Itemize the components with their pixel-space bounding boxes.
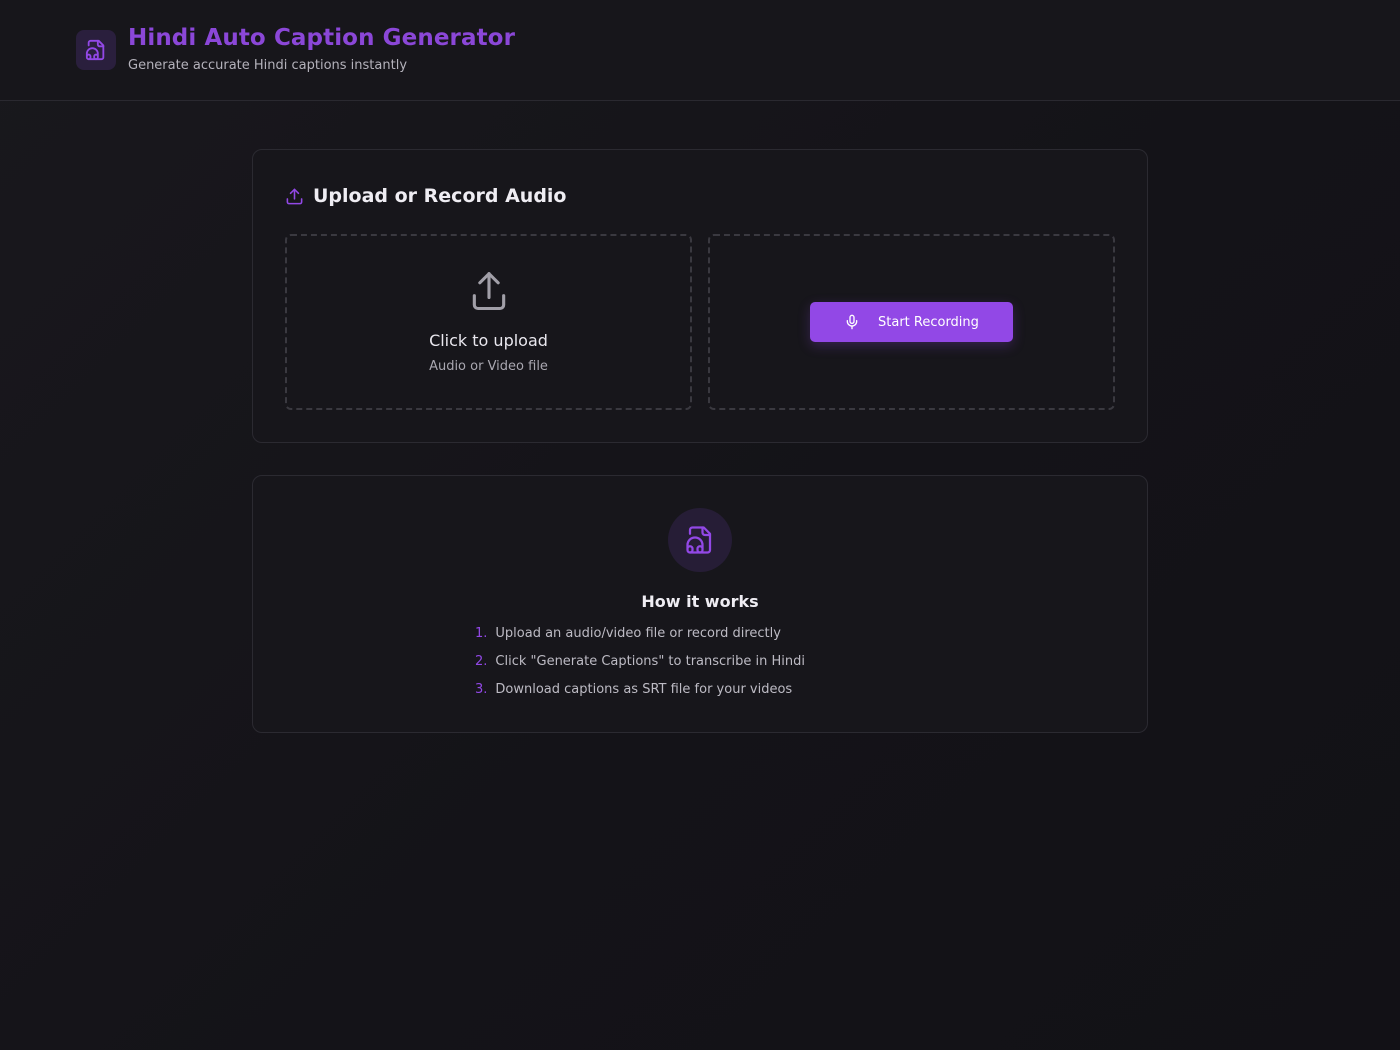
upload-title: Click to upload — [429, 331, 548, 350]
app-subtitle: Generate accurate Hindi captions instant… — [128, 58, 408, 73]
start-recording-button[interactable]: Start Recording — [810, 302, 1013, 342]
how-it-works-title: How it works — [641, 592, 759, 611]
audio-file-icon — [686, 526, 712, 554]
step-text: Upload an audio/video file or record dir… — [495, 626, 781, 641]
upload-record-card: Upload or Record Audio Click to upload A… — [252, 149, 1148, 443]
step-item: 2. Click "Generate Captions" to transcri… — [475, 654, 805, 682]
how-it-works-card: How it works 1. Upload an audio/video fi… — [252, 475, 1148, 733]
start-recording-label: Start Recording — [878, 314, 979, 330]
step-number: 3. — [475, 682, 488, 697]
upload-subtitle: Audio or Video file — [429, 359, 548, 374]
record-zone: Start Recording — [708, 234, 1115, 410]
microphone-icon — [846, 314, 858, 330]
step-text: Click "Generate Captions" to transcribe … — [495, 654, 805, 669]
upload-icon — [286, 188, 303, 204]
step-item: 3. Download captions as SRT file for you… — [475, 682, 805, 710]
step-number: 2. — [475, 654, 488, 669]
app-logo — [76, 30, 116, 70]
card-heading: Upload or Record Audio — [285, 185, 567, 207]
upload-icon — [472, 272, 505, 311]
upload-dropzone[interactable]: Click to upload Audio or Video file — [285, 234, 692, 410]
card-heading-text: Upload or Record Audio — [313, 185, 567, 207]
app-header: Hindi Auto Caption Generator Generate ac… — [0, 0, 1400, 101]
step-item: 1. Upload an audio/video file or record … — [475, 626, 805, 654]
steps-list: 1. Upload an audio/video file or record … — [475, 626, 805, 710]
how-it-works-icon-badge — [668, 508, 732, 572]
step-text: Download captions as SRT file for your v… — [495, 682, 793, 697]
app-title: Hindi Auto Caption Generator — [128, 25, 516, 51]
audio-file-icon — [85, 39, 105, 61]
step-number: 1. — [475, 626, 488, 641]
